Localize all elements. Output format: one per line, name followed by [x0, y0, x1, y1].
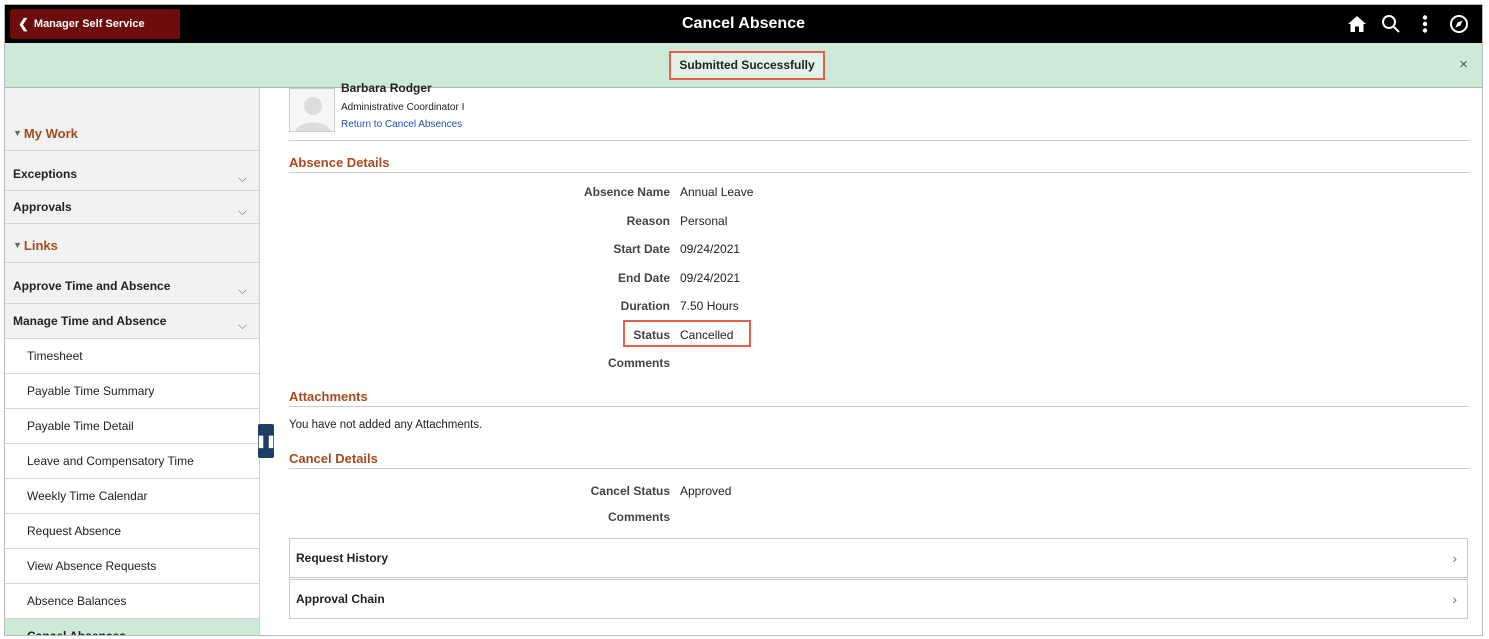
more-vert-icon[interactable] — [1408, 9, 1442, 39]
status-highlight-box — [623, 320, 751, 347]
field-label: Reason — [626, 213, 670, 228]
subitem-label: Weekly Time Calendar — [27, 489, 148, 503]
subitem-label: Absence Balances — [27, 594, 127, 608]
divider — [289, 172, 1469, 173]
sidebar-item-approvals[interactable]: Approvals ⌵ — [5, 191, 259, 224]
subitem-label: Payable Time Detail — [27, 419, 134, 433]
banner-message: Submitted Successfully — [669, 51, 825, 80]
subitem-label: Leave and Compensatory Time — [27, 454, 194, 468]
field-label: Comments — [607, 356, 670, 370]
sidebar-subitem[interactable]: Timesheet — [5, 339, 259, 374]
item-label: Approve Time and Absence — [13, 278, 171, 293]
subitem-label: Cancel Absences — [27, 629, 126, 636]
sidebar-subitem[interactable]: Leave and Compensatory Time — [5, 444, 259, 479]
chevron-down-icon: ⌵ — [237, 171, 247, 185]
sidebar-subitem[interactable]: Absence Balances — [5, 584, 259, 619]
top-bar: ❮ Manager Self Service Cancel Absence — [5, 5, 1482, 43]
subitem-label: View Absence Requests — [27, 559, 157, 573]
avatar — [289, 88, 335, 132]
employee-title: Administrative Coordinator I — [341, 102, 465, 113]
field-label: Absence Name — [583, 185, 670, 199]
sidebar-item-approve-time[interactable]: Approve Time and Absence ⌵ — [5, 268, 259, 304]
sidebar-subitem[interactable]: View Absence Requests — [5, 549, 259, 584]
sidebar-item-exceptions[interactable]: Exceptions ⌵ — [5, 158, 259, 191]
section-label: Approval Chain — [296, 592, 385, 606]
subitem-label: Timesheet — [27, 349, 83, 363]
triangle-down-icon: ▼ — [13, 240, 22, 250]
chevron-right-icon: › — [1452, 550, 1457, 566]
sidebar-item-manage-time[interactable]: Manage Time and Absence ⌵ — [5, 304, 259, 339]
divider — [289, 140, 1469, 141]
field-label: Start Date — [613, 242, 670, 256]
cancel-details-heading: Cancel Details — [289, 451, 378, 466]
request-history-section[interactable]: Request History › — [289, 538, 1468, 578]
field-label: Duration — [620, 299, 670, 313]
attachments-heading: Attachments — [289, 389, 368, 404]
home-icon[interactable] — [1340, 9, 1374, 39]
field-label: Cancel Status — [590, 484, 670, 498]
section-label: Links — [23, 237, 58, 253]
page-title: Cancel Absence — [681, 15, 805, 32]
field-value: Personal — [680, 213, 728, 228]
sidebar-subitem[interactable]: Payable Time Detail — [5, 409, 259, 444]
field-value: Approved — [680, 484, 732, 498]
chevron-down-icon: ⌵ — [237, 204, 247, 218]
absence-details-heading: Absence Details — [289, 155, 390, 170]
section-label: My Work — [23, 125, 78, 141]
pause-icon: ❚❚ — [255, 434, 277, 448]
divider — [289, 468, 1469, 469]
sidebar-subitem[interactable]: Cancel Absences — [5, 619, 259, 636]
field-value: 09/24/2021 — [680, 242, 741, 256]
field-value: 7.50 Hours — [680, 299, 739, 313]
sidebar-section-my-work[interactable]: ▼ My Work — [5, 116, 259, 151]
section-label: Request History — [296, 551, 389, 565]
sidebar-subitem[interactable]: Weekly Time Calendar — [5, 479, 259, 514]
field-label: End Date — [617, 270, 670, 285]
approval-chain-section[interactable]: Approval Chain › — [289, 579, 1468, 619]
employee-name: Barbara Rodger — [341, 81, 432, 95]
return-link[interactable]: Return to Cancel Absences — [341, 119, 462, 130]
field-value: 09/24/2021 — [680, 270, 741, 285]
back-button[interactable]: ❮ Manager Self Service — [10, 9, 180, 39]
search-icon[interactable] — [1374, 9, 1408, 39]
app-frame: ❮ Manager Self Service Cancel Absence Su… — [4, 4, 1483, 636]
divider — [289, 406, 1469, 407]
sidebar: ▼ My Work Exceptions ⌵ Approvals ⌵ ▼ Lin… — [5, 88, 260, 636]
chevron-left-icon: ❮ — [18, 16, 29, 31]
compass-icon[interactable] — [1442, 9, 1476, 39]
field-value: Annual Leave — [680, 185, 754, 199]
attachments-message: You have not added any Attachments. — [289, 419, 483, 431]
item-label: Manage Time and Absence — [13, 314, 167, 328]
back-button-label: Manager Self Service — [33, 18, 145, 30]
subitem-label: Request Absence — [27, 524, 122, 538]
item-label: Exceptions — [13, 167, 78, 181]
collapse-sidebar-handle[interactable]: ❚❚ — [255, 424, 277, 458]
sidebar-subitem[interactable]: Payable Time Summary — [5, 374, 259, 409]
chevron-right-icon: › — [1452, 591, 1457, 607]
chevron-down-icon: ⌵ — [237, 318, 247, 332]
sidebar-section-links[interactable]: ▼ Links — [5, 228, 259, 263]
close-icon[interactable]: × — [1459, 56, 1468, 73]
chevron-down-icon: ⌵ — [237, 282, 247, 297]
item-label: Approvals — [13, 200, 72, 214]
field-label: Comments — [607, 510, 670, 524]
subitem-label: Payable Time Summary — [27, 384, 155, 398]
field-label: Status — [633, 327, 670, 342]
header-actions — [1340, 5, 1476, 43]
success-banner: Submitted Successfully × — [5, 43, 1482, 88]
triangle-down-icon: ▼ — [13, 128, 22, 138]
sidebar-subitem[interactable]: Request Absence — [5, 514, 259, 549]
